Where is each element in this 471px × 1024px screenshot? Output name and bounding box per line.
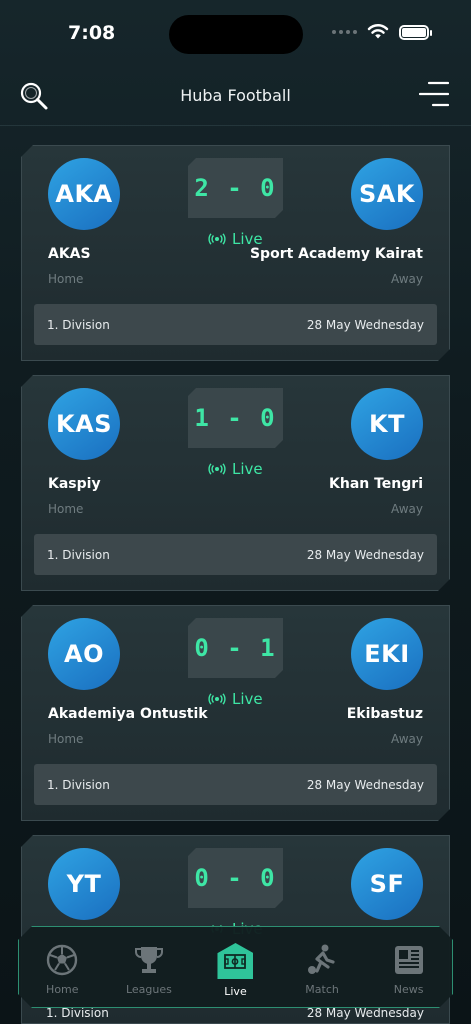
status-icons: [332, 24, 432, 40]
score: 1 - 0: [188, 388, 283, 448]
match-info-bar: 1. Division 28 May Wednesday: [34, 304, 437, 345]
away-label: Away: [391, 502, 423, 516]
away-team-name: Sport Academy Kairat: [249, 246, 423, 262]
home-label: Home: [48, 732, 84, 746]
score: 0 - 0: [188, 848, 283, 908]
away-team-logo: SF: [351, 848, 423, 920]
match-card[interactable]: KAS 1 - 0 KT Live Kaspiy Khan Tengri Hom…: [21, 375, 450, 591]
live-label: Live: [232, 460, 263, 478]
pitch-icon: [217, 943, 253, 979]
tab-label: Live: [224, 985, 247, 998]
division-label: 1. Division: [47, 547, 110, 562]
away-label: Away: [391, 732, 423, 746]
away-team-name: Ekibastuz: [346, 706, 423, 722]
home-label: Home: [48, 272, 84, 286]
battery-icon: [399, 24, 432, 40]
broadcast-icon: [208, 233, 226, 245]
tab-live[interactable]: Live: [195, 943, 275, 998]
app-header: Huba Football: [0, 70, 471, 126]
app-title: Huba Football: [180, 86, 291, 105]
tab-home[interactable]: Home: [22, 943, 102, 996]
away-team-logo: SAK: [351, 158, 423, 230]
home-team-name: Kaspiy: [48, 476, 101, 492]
dynamic-island: [169, 15, 303, 54]
away-label: Away: [391, 272, 423, 286]
home-team-logo: YT: [48, 848, 120, 920]
tab-label: News: [393, 983, 424, 996]
home-team-logo: AKA: [48, 158, 120, 230]
newspaper-icon: [392, 943, 426, 977]
match-info-bar: 1. Division 28 May Wednesday: [34, 764, 437, 805]
live-indicator: Live: [208, 460, 263, 478]
match-info-bar: 1. Division 28 May Wednesday: [34, 534, 437, 575]
status-bar: 7:08: [0, 0, 471, 70]
match-date: 28 May Wednesday: [306, 547, 424, 562]
match-card[interactable]: AO 0 - 1 EKI Live Akademiya Ontustik Eki…: [21, 605, 450, 821]
player-kick-icon: [305, 943, 339, 977]
score: 2 - 0: [188, 158, 283, 218]
trophy-icon: [132, 943, 166, 977]
home-label: Home: [48, 502, 84, 516]
division-label: 1. Division: [47, 317, 110, 332]
match-date: 28 May Wednesday: [306, 317, 424, 332]
home-team-logo: KAS: [48, 388, 120, 460]
soccer-ball-icon: [45, 943, 79, 977]
match-date: 28 May Wednesday: [306, 1006, 424, 1020]
division-label: 1. Division: [46, 1006, 109, 1020]
away-team-logo: KT: [351, 388, 423, 460]
home-team-name: Akademiya Ontustik: [48, 706, 208, 722]
score: 0 - 1: [188, 618, 283, 678]
tab-leagues[interactable]: Leagues: [109, 943, 189, 996]
away-team-logo: EKI: [351, 618, 423, 690]
status-time: 7:08: [68, 22, 116, 44]
broadcast-icon: [208, 463, 226, 475]
tab-label: Leagues: [125, 983, 172, 996]
broadcast-icon: [208, 693, 226, 705]
division-label: 1. Division: [47, 777, 110, 792]
bottom-tab-bar: Home Leagues Live Match News: [18, 926, 453, 1008]
signal-icon: [332, 30, 357, 34]
match-card[interactable]: AKA 2 - 0 SAK Live AKAS Sport Academy Ka…: [21, 145, 450, 361]
menu-icon[interactable]: [419, 80, 449, 108]
away-team-name: Khan Tengri: [329, 476, 423, 492]
live-label: Live: [232, 690, 263, 708]
tab-match[interactable]: Match: [282, 943, 362, 996]
match-date: 28 May Wednesday: [306, 777, 424, 792]
tab-label: Match: [305, 983, 339, 996]
home-team-logo: AO: [48, 618, 120, 690]
home-team-name: AKAS: [48, 246, 91, 262]
wifi-icon: [367, 24, 389, 39]
tab-label: Home: [46, 983, 79, 996]
tab-news[interactable]: News: [369, 943, 449, 996]
live-indicator: Live: [208, 690, 263, 708]
